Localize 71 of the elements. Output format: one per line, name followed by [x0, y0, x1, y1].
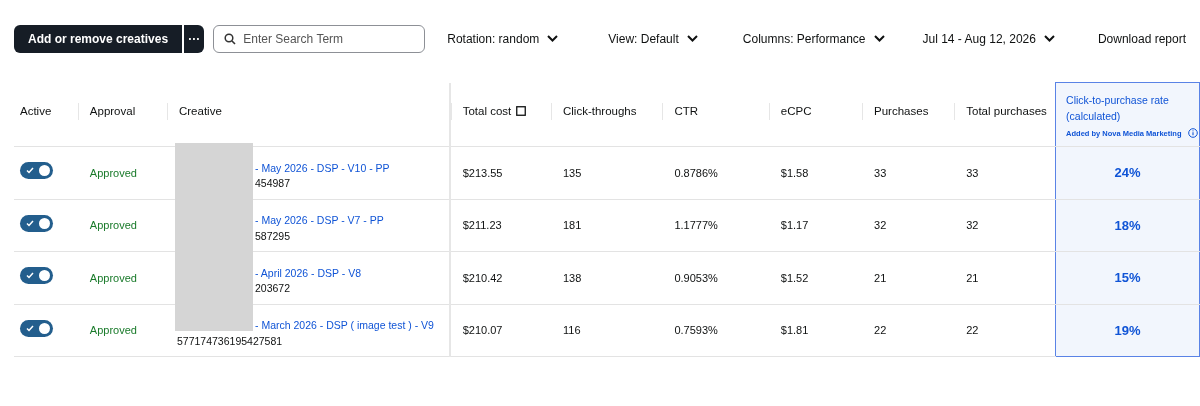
table-cell-text: 181 [563, 219, 582, 231]
table-cell-text: 0.8786% [674, 166, 718, 179]
column-header[interactable]: Approval [77, 102, 167, 120]
table-cell-text: $1.52 [780, 271, 809, 284]
table-cell-text: 21 [874, 271, 887, 284]
table-cell-text: $1.17 [780, 219, 809, 231]
check-icon [26, 219, 34, 227]
approval-status: Approved [89, 219, 137, 231]
table-cell-text: 33 [874, 166, 887, 179]
table-cell-text: 0.9053% [674, 271, 718, 284]
table-cell-text: 32 [874, 219, 887, 231]
column-header[interactable]: Total cost [450, 102, 551, 120]
toggle-switch[interactable] [20, 162, 53, 179]
creative-link[interactable]: - May 2026 - DSP - V7 - PP [255, 214, 384, 228]
dropdown-button[interactable]: View: Default [608, 29, 698, 48]
dropdown-button[interactable]: Columns: Performance [742, 29, 885, 48]
rate-value: 19% [1114, 322, 1141, 338]
table-cell-text: 33 [966, 166, 979, 179]
column-header[interactable]: Active [14, 102, 78, 120]
column-header[interactable]: Purchases [862, 102, 955, 120]
table-cell-text: 22 [874, 324, 887, 336]
table-cell-text: 1.1777% [674, 219, 718, 231]
dropdown-button[interactable]: Jul 14 - Aug 12, 2026 [922, 29, 1055, 48]
table-cell-text: $210.42 [462, 271, 503, 284]
creative-id: 577174736195427581 [177, 333, 284, 349]
rate-value: 24% [1114, 165, 1141, 180]
more-button[interactable]: ··· [184, 24, 205, 53]
dropdown-button[interactable]: Rotation: random [447, 29, 559, 48]
table-cell-text: 116 [563, 324, 581, 336]
approval-status: Approved [89, 271, 137, 284]
table-cell-text: 32 [966, 219, 979, 231]
creative-link[interactable]: - March 2026 - DSP ( image test ) - V9 [255, 319, 434, 333]
table-cell-text: 21 [966, 271, 979, 284]
creative-id: 203672 [255, 281, 292, 297]
chevron-icon [686, 35, 698, 42]
table-cell-text: $1.81 [780, 324, 809, 336]
chevron-icon [547, 35, 559, 42]
check-icon [26, 272, 34, 279]
approval-status: Approved [89, 166, 137, 179]
column-header[interactable]: Click-to-purchase rate (calculated) [1066, 93, 1199, 125]
check-icon [26, 167, 34, 174]
column-header[interactable]: CTR [662, 102, 769, 120]
approval-status: Approved [89, 324, 137, 336]
table-cell-text: $211.23 [462, 219, 502, 231]
info-icon[interactable] [1187, 128, 1198, 139]
table-cell-text: 135 [563, 166, 582, 179]
table-cell-text: 138 [563, 271, 582, 284]
check-icon [26, 324, 34, 332]
toggle-switch[interactable] [20, 267, 53, 284]
table-cell-text: 0.7593% [674, 324, 718, 336]
toggle-switch[interactable] [20, 214, 53, 232]
checkbox-icon[interactable] [516, 106, 527, 117]
creative-link[interactable]: - April 2026 - DSP - V8 [255, 266, 361, 281]
table-cell-text: $213.55 [462, 166, 503, 179]
table-cell-text: 22 [966, 324, 979, 336]
column-header[interactable]: eCPC [768, 102, 863, 120]
creative-id: 454987 [255, 176, 292, 192]
table-cell-text: $210.07 [462, 324, 503, 336]
add-creatives-button[interactable]: Add or remove creatives [14, 24, 183, 53]
rate-value: 15% [1114, 270, 1141, 285]
table-cell-text: $1.58 [780, 166, 809, 179]
download-link[interactable]: Download report [1097, 29, 1186, 48]
creative-id: 587295 [255, 228, 292, 244]
toggle-switch[interactable] [20, 319, 53, 337]
chevron-icon [1043, 35, 1055, 42]
search-field[interactable]: Enter Search Term [213, 24, 426, 53]
rate-value: 18% [1114, 217, 1141, 233]
column-header[interactable]: Click-throughs [551, 102, 663, 120]
chevron-icon [873, 35, 885, 42]
creative-link[interactable]: - May 2026 - DSP - V10 - PP [255, 161, 390, 176]
column-header[interactable]: Creative [167, 102, 449, 120]
